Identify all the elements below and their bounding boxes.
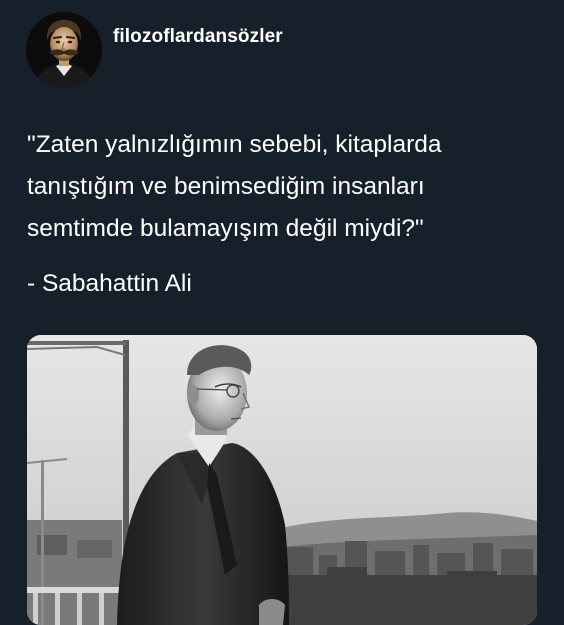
post-card: filozoflardansözler "Zaten yalnızlığımın…	[0, 0, 564, 625]
quote-line: tanıştığım ve benimsediğim insanları	[27, 173, 425, 200]
man-on-balcony-photo	[27, 335, 537, 625]
avatar[interactable]	[26, 12, 102, 88]
username[interactable]: filozoflardansözler	[113, 26, 283, 48]
avatar-portrait-image	[26, 12, 102, 88]
quote-author: - Sabahattin Ali	[27, 270, 192, 297]
post-photo[interactable]	[27, 335, 537, 625]
post-header: filozoflardansözler	[26, 12, 283, 88]
quote-line: "Zaten yalnızlığımın sebebi, kitaplarda	[27, 131, 442, 158]
quote-text: "Zaten yalnızlığımın sebebi, kitaplarda …	[27, 124, 547, 250]
quote-line: semtimde bulamayışım değil miydi?"	[27, 215, 424, 242]
